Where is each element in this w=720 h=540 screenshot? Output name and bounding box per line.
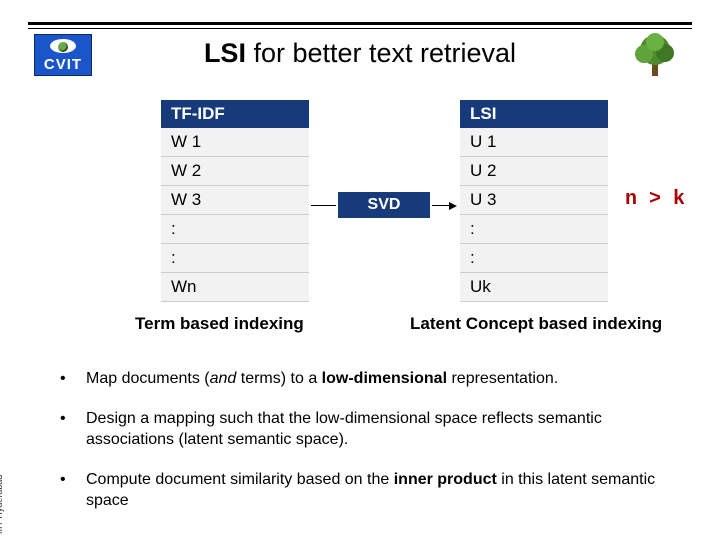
bullet-text: Map documents ( (86, 370, 210, 387)
left-column: TF-IDF W 1 W 2 W 3 : : Wn (161, 100, 309, 302)
right-col-row: Uk (460, 273, 608, 302)
title-prefix: LSI (204, 38, 246, 68)
right-col-row: U 3 (460, 186, 608, 215)
bullet-dot-icon: • (60, 368, 86, 390)
right-col-header: LSI (460, 100, 608, 128)
inequality-note: n > k (625, 188, 685, 211)
right-col-row: : (460, 244, 608, 273)
list-item: • Design a mapping such that the low-dim… (60, 408, 670, 451)
left-col-row: : (161, 215, 309, 244)
left-col-row: W 1 (161, 128, 309, 157)
list-item: • Map documents (and terms) to a low-dim… (60, 368, 670, 390)
bullet-dot-icon: • (60, 408, 86, 451)
bullet-dot-icon: • (60, 469, 86, 512)
bullet-list: • Map documents (and terms) to a low-dim… (60, 368, 670, 530)
right-col-caption: Latent Concept based indexing (410, 314, 662, 334)
bullet-text: representation. (447, 370, 558, 387)
right-col-row: U 1 (460, 128, 608, 157)
bullet-bold: inner product (394, 471, 497, 488)
right-col-row: U 2 (460, 157, 608, 186)
right-col-row: : (460, 215, 608, 244)
bullet-text: Design a mapping such that the low-dimen… (86, 410, 602, 449)
bullet-text: Compute document similarity based on the (86, 471, 394, 488)
left-col-row: W 2 (161, 157, 309, 186)
left-col-row: : (161, 244, 309, 273)
bullet-italic: and (210, 370, 237, 387)
bullet-bold: low-dimensional (322, 370, 447, 387)
left-col-row: W 3 (161, 186, 309, 215)
arrow-right-segment-icon (432, 205, 455, 206)
title-rest: for better text retrieval (246, 38, 516, 68)
affiliation-label: IIIT Hyderabad (0, 475, 4, 534)
right-column: LSI U 1 U 2 U 3 : : Uk (460, 100, 608, 302)
left-col-row: Wn (161, 273, 309, 302)
arrow-left-segment (311, 205, 336, 206)
slide-title: LSI for better text retrieval (0, 38, 720, 69)
left-col-caption: Term based indexing (135, 314, 304, 334)
bullet-text: terms) to a (236, 370, 321, 387)
list-item: • Compute document similarity based on t… (60, 469, 670, 512)
left-col-header: TF-IDF (161, 100, 309, 128)
svd-operation-box: SVD (338, 192, 430, 218)
title-rules (28, 22, 692, 29)
